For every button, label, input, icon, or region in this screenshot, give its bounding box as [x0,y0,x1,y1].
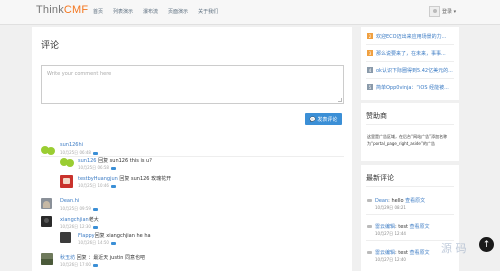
comment-author[interactable]: testbyHuangjun 回复 sun126 玫瑰花开 [78,175,171,182]
nav-item-list[interactable]: 列表演示 [113,8,133,15]
comment-text: 回复 xiangchjian he ha [94,233,151,239]
comment-time: 10月25日 10:46 [78,183,116,189]
reply-icon[interactable] [110,184,116,188]
page-title: 评论 [41,41,60,51]
avatar[interactable] [60,175,73,188]
comment-author[interactable]: 秋玉坊 回复 ：最近天 justin 同意也吧 [60,254,145,261]
rank-badge: 4 [367,67,373,73]
comment-time: 10月25日 06:58 [78,165,116,171]
reply-icon[interactable] [92,225,98,229]
post-comment-button[interactable]: 💬 发表评论 [305,113,342,125]
reply-icon[interactable] [92,207,98,211]
divider [366,61,454,62]
divider [366,44,454,45]
user-menu[interactable]: 登录 ▾ [429,6,456,17]
watermark: 源 码 [441,242,467,255]
top-navbar: ThinkCMF 首页 列表演示 瀑布流 页面演示 关于我们 登录 ▾ [0,0,500,25]
comment-author[interactable]: sun126hi [60,142,83,148]
comment-time: 10月26日 14:50 [78,240,116,246]
recent-author[interactable]: 雷云编辑 [375,250,395,256]
news-link[interactable]: 欢迎ECO迈出来应用场景的力... [376,33,454,40]
hot-news-panel: 2 欢迎ECO迈出来应用场景的力... 3 那么说要来了，在未来，事事... 4… [361,27,459,100]
comment-author[interactable]: sun126 回复 sun126 this is u? [78,157,152,164]
recent-comment: 雷云编辑: test 查看原文 [375,224,430,230]
comment-text: 回复 sun126 玫瑰花开 [119,176,172,182]
comment-icon [367,225,372,228]
avatar[interactable] [60,232,71,243]
avatar[interactable] [41,198,52,209]
comment-time: 10月25日 06:48 [60,150,98,156]
recent-time: 10月29日 08:21 [375,205,406,210]
recent-time: 10月27日 12:40 [375,257,406,262]
brand-part1: Think [36,4,64,16]
comment-time: 10月25日 09:59 [60,206,98,212]
user-avatar-icon[interactable] [429,6,440,17]
view-original-link[interactable]: 查看原文 [405,198,425,204]
recent-comment: Dean: hello 查看原文 [375,198,426,204]
news-link[interactable]: 简单Opp0vinja：“iOS 经能被... [376,84,454,91]
comment-author[interactable]: Dean.hi [60,198,79,204]
recent-author[interactable]: 雷云编辑 [375,224,395,230]
avatar[interactable] [41,253,53,265]
nav-item-about[interactable]: 关于我们 [198,8,218,15]
divider [366,214,454,215]
nav-item-waterfall[interactable]: 瀑布流 [143,8,158,15]
brand-logo[interactable]: ThinkCMF [36,4,88,16]
comment-text: 回复 sun126 this is u? [98,158,152,164]
news-link[interactable]: ok认识下际圈得到5.42亿美元的... [376,67,454,74]
nav-item-home[interactable]: 首页 [93,8,103,15]
comment-input[interactable]: Write your comment here [41,65,344,104]
reply-icon[interactable] [110,241,116,245]
reply-icon[interactable] [92,263,98,267]
rank-badge: 5 [367,84,373,90]
view-original-link[interactable]: 查看原文 [410,250,430,256]
comment-time: 10月26日 12:30 [60,224,98,230]
comment-icon [367,199,372,202]
avatar[interactable] [60,157,75,167]
rank-badge: 3 [367,50,373,56]
comment-icon [367,251,372,254]
brand-part2: CMF [63,4,89,16]
comment-placeholder: Write your comment here [47,71,112,77]
recent-time: 10月27日 12:44 [375,231,406,236]
divider [366,186,454,187]
comment-author[interactable]: xiangchjian老大 [60,216,99,223]
news-link[interactable]: 那么说要来了，在未来，事事... [376,50,454,57]
comment-text: 回复 ：最近天 justin 同意也吧 [76,255,146,261]
recent-title: 最新评论 [366,174,394,182]
nav-item-pages[interactable]: 页面演示 [168,8,188,15]
back-to-top-icon[interactable]: ↑ [479,237,494,252]
avatar[interactable] [41,145,56,155]
recent-comment: 雷云编辑: test 查看原文 [375,250,430,256]
sponsor-text: 这里是广告区域，在后台“网站广告”添加名称为“portal_page_right… [367,134,448,146]
divider [366,78,454,79]
comment-author[interactable]: Flappy回复 xiangchjian he ha [78,232,151,239]
sponsor-panel: 赞助商 这里是广告区域，在后台“网站广告”添加名称为“portal_page_r… [361,103,459,161]
sponsor-title: 赞助商 [366,112,387,120]
view-original-link[interactable]: 查看原文 [410,224,430,230]
divider [366,124,454,125]
reply-icon[interactable] [92,151,98,155]
login-label[interactable]: 登录 ▾ [442,8,456,15]
comment-text: 老大 [88,217,99,223]
rank-badge: 2 [367,33,373,39]
avatar[interactable] [41,216,52,227]
main-nav: 首页 列表演示 瀑布流 页面演示 关于我们 [93,8,228,15]
recent-author[interactable]: Dean [375,198,388,204]
resize-grip-icon[interactable] [338,98,342,102]
comment-time: 10月26日 17:00 [60,262,98,268]
reply-icon[interactable] [110,166,116,170]
